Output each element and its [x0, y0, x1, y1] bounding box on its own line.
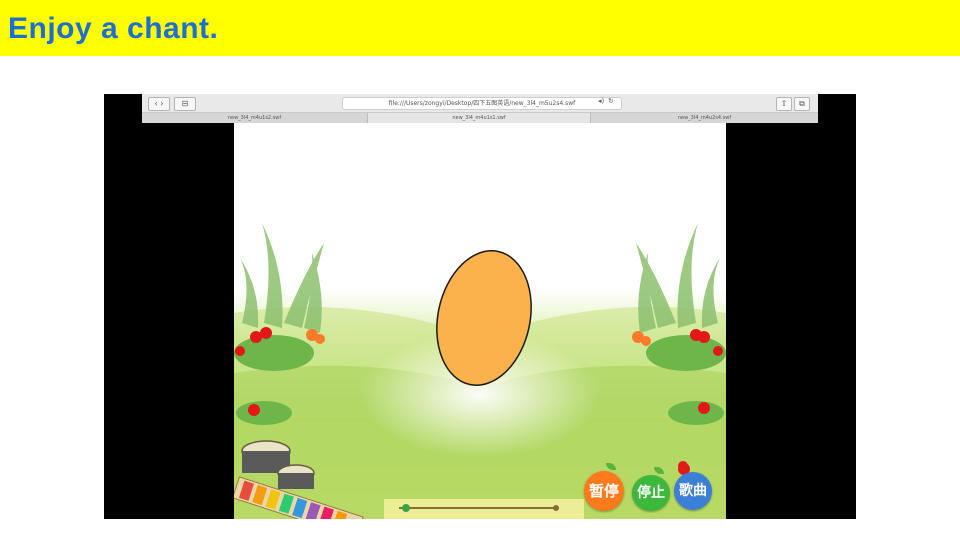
tab-3[interactable]: new_3l4_m4u2s4.swf — [591, 113, 818, 123]
share-icon[interactable]: ⇧ — [776, 97, 792, 111]
tabs-icon[interactable]: ⧉ — [794, 97, 810, 111]
flash-animation: 暂停 停止 歌曲 — [234, 123, 726, 519]
video-frame: ‹ › ⊟ file:///Users/zongyi/Desktop/四下五图英… — [104, 94, 856, 519]
progress-knob — [402, 504, 410, 512]
pause-button[interactable]: 暂停 — [584, 471, 624, 511]
slide-title: Enjoy a chant. — [8, 12, 219, 45]
cherry-decoration — [678, 461, 688, 471]
sidebar-icon[interactable]: ⊟ — [174, 97, 196, 111]
back-forward-icon[interactable]: ‹ › — [148, 97, 170, 111]
song-button[interactable]: 歌曲 — [674, 472, 712, 510]
tab-2[interactable]: new_3l4_m4u1s1.swf — [368, 113, 591, 123]
stop-button[interactable]: 停止 — [632, 475, 670, 511]
tab-1[interactable]: new_3l4_m4u1s2.swf — [142, 113, 368, 123]
slide-title-bar: Enjoy a chant. — [0, 0, 960, 56]
scene-illustration — [234, 123, 726, 519]
address-bar[interactable]: file:///Users/zongyi/Desktop/四下五图英语/new_… — [342, 97, 622, 110]
tab-bar: new_3l4_m4u1s2.swf new_3l4_m4u1s1.swf ne… — [142, 113, 818, 123]
audio-icon[interactable]: ◂) — [598, 97, 604, 105]
browser-toolbar: ‹ › ⊟ file:///Users/zongyi/Desktop/四下五图英… — [142, 94, 818, 113]
reload-icon[interactable]: ↻ — [608, 97, 614, 105]
